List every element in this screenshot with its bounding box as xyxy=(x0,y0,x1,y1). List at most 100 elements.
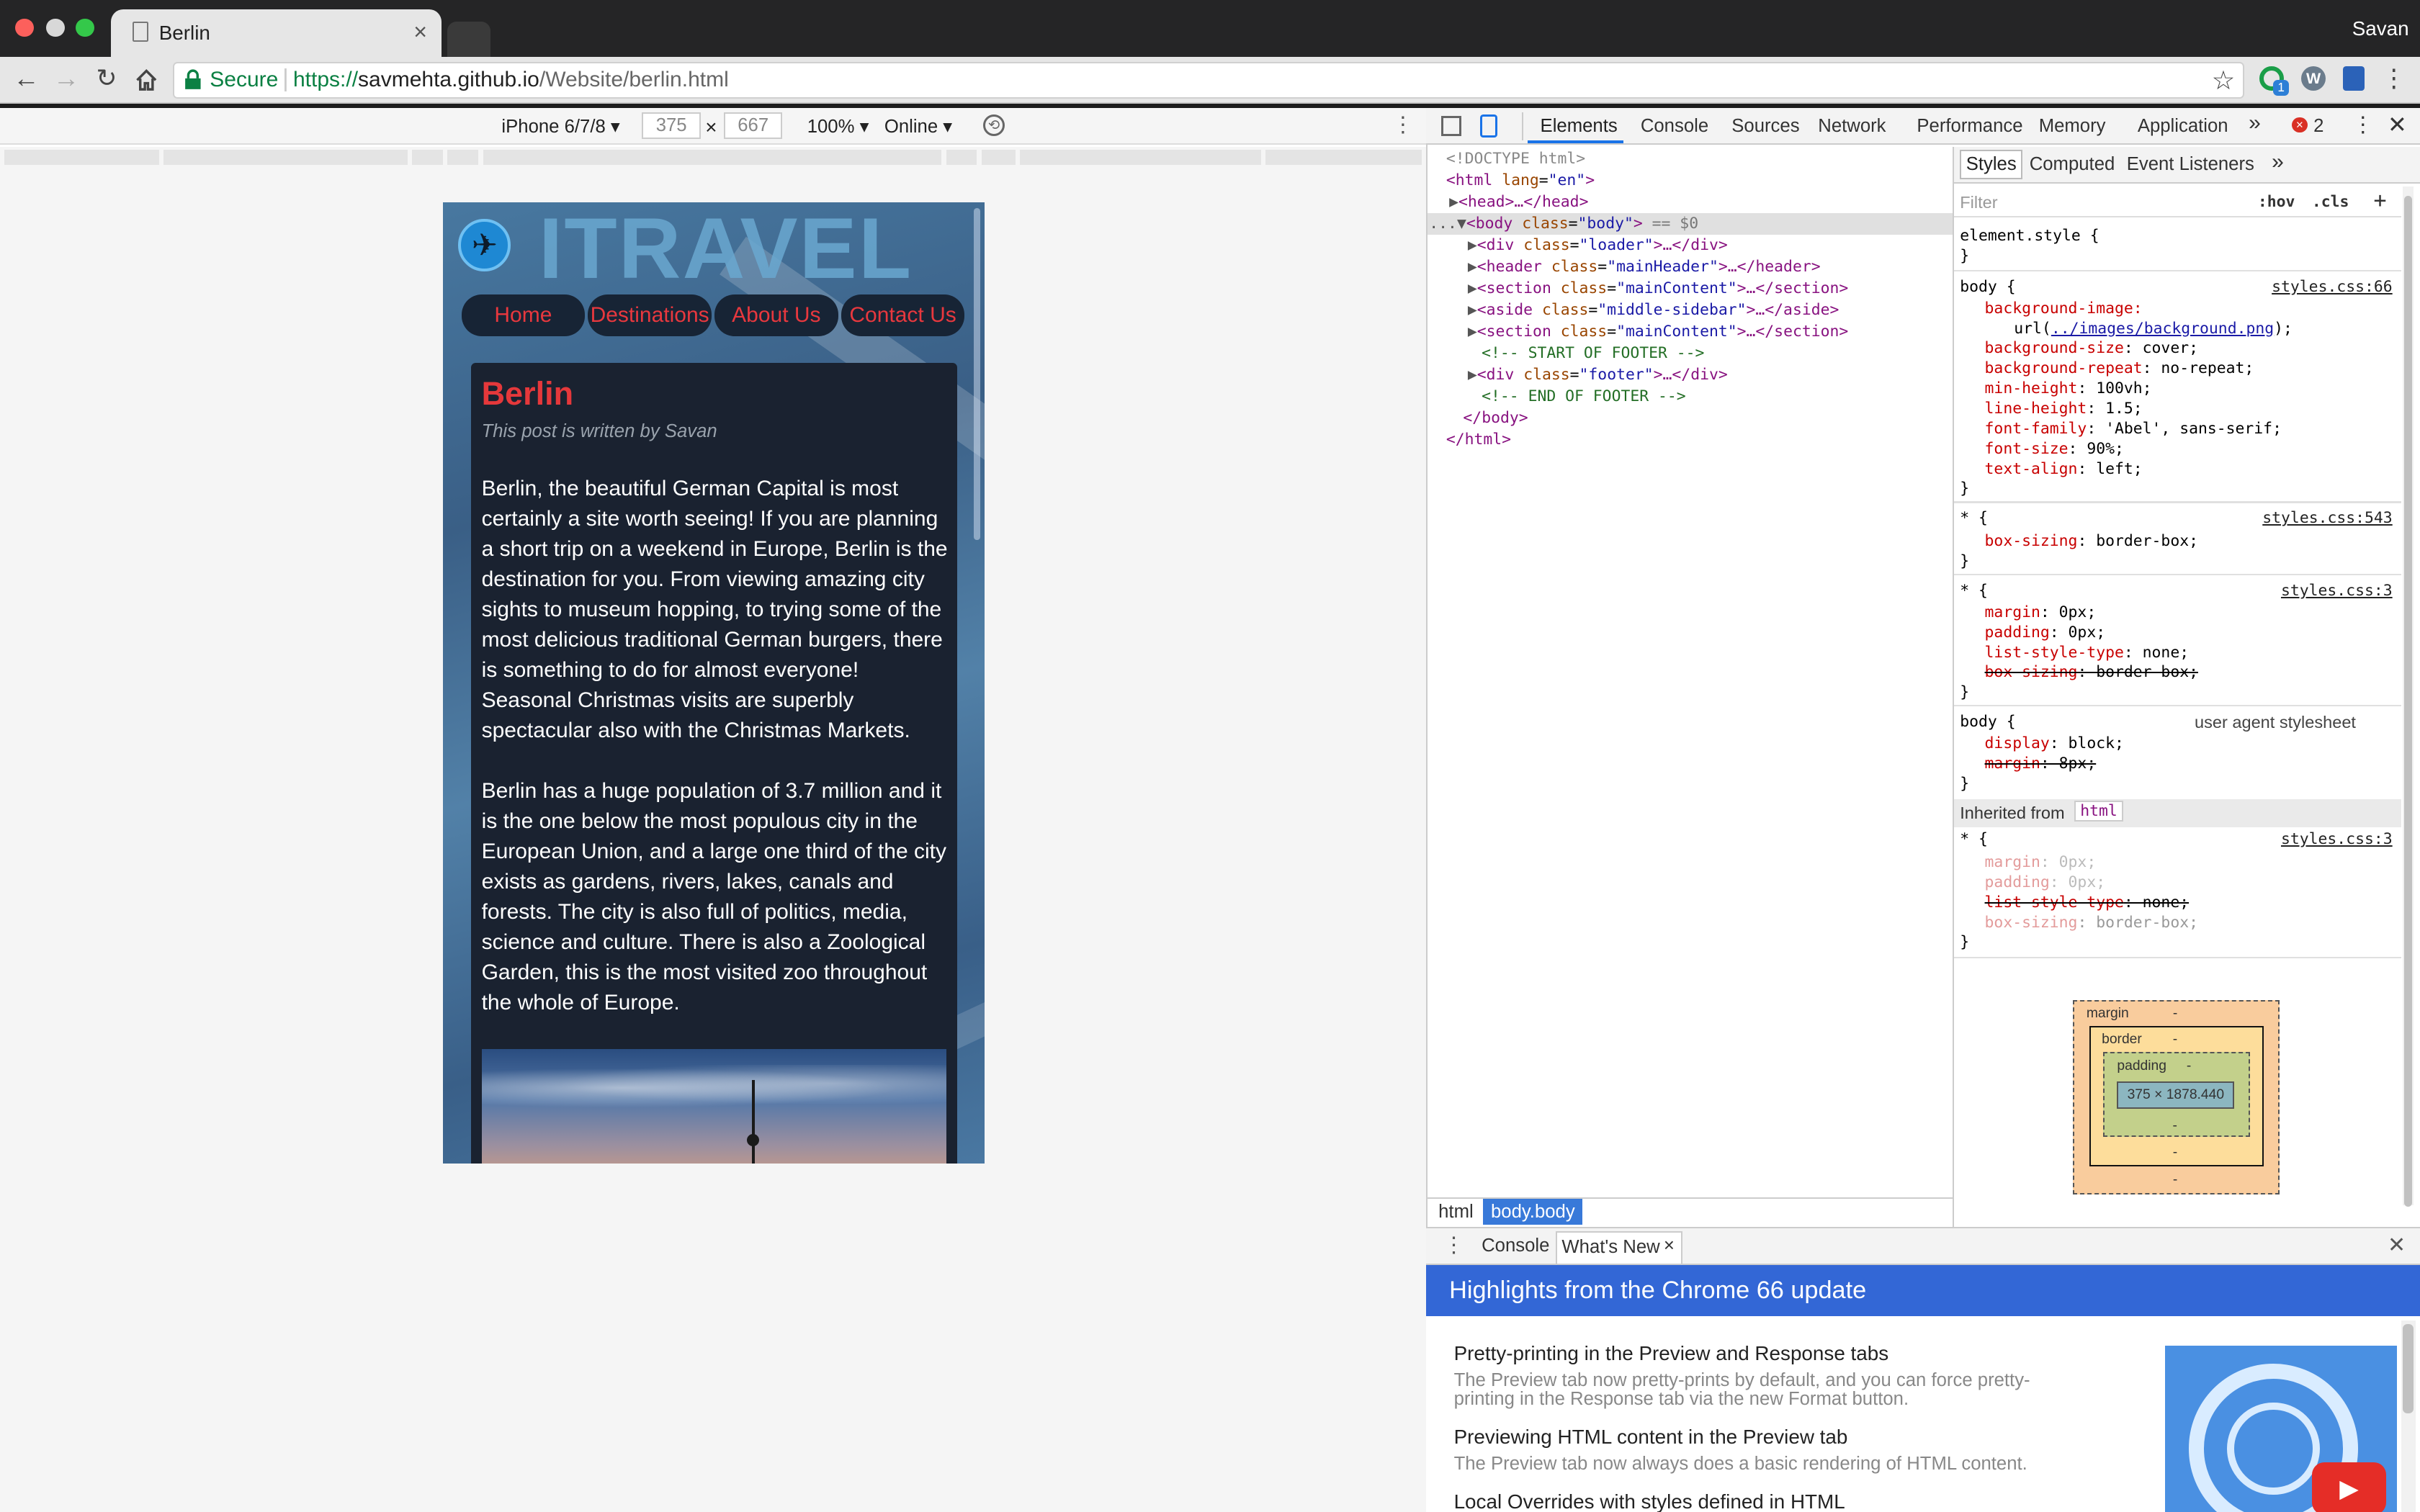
rule-star-selector[interactable]: * { xyxy=(1960,509,1988,527)
dom-html-close[interactable]: </html> xyxy=(1446,429,1511,451)
rule-star-selector[interactable]: * { xyxy=(1960,830,1988,848)
prop-background-url[interactable]: url(../images/background.png); xyxy=(2014,320,2293,338)
box-model-padding[interactable]: padding - - 375 × 1878.440 xyxy=(2103,1052,2250,1137)
error-count[interactable]: 2 xyxy=(2313,116,2323,137)
tab-computed[interactable]: Computed xyxy=(2030,154,2115,175)
dom-child-section[interactable]: ▶<section class="mainContent">…</section… xyxy=(1468,278,1848,300)
prop-text-align[interactable]: text-align: left; xyxy=(1985,460,2143,478)
prop-font-size[interactable]: font-size: 90%; xyxy=(1985,440,2124,458)
drawer-scrollbar[interactable] xyxy=(2401,1320,2416,1512)
inspect-element-icon[interactable] xyxy=(1441,115,1462,136)
browser-tab[interactable]: Berlin × xyxy=(111,9,442,58)
device-more-icon[interactable]: ⋮ xyxy=(1392,112,1414,138)
media-query-ruler[interactable] xyxy=(0,146,1426,171)
url-text[interactable]: https://savmehta.github.io/Website/berli… xyxy=(293,68,729,92)
viewport-height-input[interactable]: 667 xyxy=(723,112,783,139)
dom-head-node[interactable]: ▶<head>…</head> xyxy=(1449,192,1588,213)
prop-padding[interactable]: padding: 0px; xyxy=(1985,624,2106,642)
rule-ua-selector[interactable]: body { xyxy=(1960,713,2015,731)
minimize-window-button[interactable] xyxy=(46,18,65,37)
dom-child-section[interactable]: ▶<section class="mainContent">…</section… xyxy=(1468,321,1848,343)
profile-name[interactable]: Savan xyxy=(2352,17,2409,40)
drawer-close-icon[interactable]: ✕ xyxy=(2388,1233,2406,1258)
drawer-tab-close-icon[interactable]: × xyxy=(1664,1236,1675,1256)
zoom-select[interactable]: 100% ▾ xyxy=(807,116,869,138)
whats-new-item-title[interactable]: Previewing HTML content in the Preview t… xyxy=(1454,1426,1848,1449)
tab-elements[interactable]: Elements xyxy=(1541,116,1618,137)
dom-html-node[interactable]: <html lang="en"> xyxy=(1446,170,1595,192)
rule-star-selector[interactable]: * { xyxy=(1960,582,1988,600)
chrome-menu-icon[interactable]: ⋮ xyxy=(2381,65,2406,93)
inherited-html-link[interactable]: html xyxy=(2074,801,2124,822)
prop-box-sizing-inherited[interactable]: box-sizing: border-box; xyxy=(1985,914,2198,932)
nav-home[interactable]: Home xyxy=(461,294,586,337)
tab-application[interactable]: Application xyxy=(2138,116,2228,137)
styles-filter-input[interactable]: Filter xyxy=(1960,193,1997,212)
cls-toggle[interactable]: .cls xyxy=(2312,193,2349,211)
dom-body-node[interactable]: ...▼<body class="body"> == $0 xyxy=(1429,213,1698,235)
drawer-menu-icon[interactable]: ⋮ xyxy=(1443,1233,1465,1258)
prop-background-repeat[interactable]: background-repeat: no-repeat; xyxy=(1985,359,2254,377)
whats-new-item-title[interactable]: Local Overrides with styles defined in H… xyxy=(1454,1490,1845,1512)
rule-star-source[interactable]: styles.css:3 xyxy=(2281,830,2393,848)
dom-child-header[interactable]: ▶<header class="mainHeader">…</header> xyxy=(1468,256,1821,278)
prop-min-height[interactable]: min-height: 100vh; xyxy=(1985,379,2152,397)
play-icon[interactable]: ▶ xyxy=(2311,1462,2386,1512)
elements-tree[interactable]: <!DOCTYPE html> <html lang="en"> ▶<head>… xyxy=(1428,147,1953,1196)
rule-body-source[interactable]: styles.css:66 xyxy=(2272,278,2393,296)
prop-background-size[interactable]: background-size: cover; xyxy=(1985,339,2198,357)
whats-new-item-title[interactable]: Pretty-printing in the Preview and Respo… xyxy=(1454,1342,1889,1365)
devtools-menu-icon[interactable]: ⋮ xyxy=(2352,112,2374,138)
nav-destinations[interactable]: Destinations xyxy=(588,294,712,337)
bookmark-star-icon[interactable]: ☆ xyxy=(2212,65,2236,96)
address-bar[interactable]: Secure | https://savmehta.github.io/Webs… xyxy=(173,61,2244,99)
devtools-close-icon[interactable]: ✕ xyxy=(2388,111,2407,138)
rule-star-source[interactable]: styles.css:3 xyxy=(2281,582,2393,600)
prop-display[interactable]: display: block; xyxy=(1985,734,2124,752)
dom-child-aside[interactable]: ▶<aside class="middle-sidebar">…</aside> xyxy=(1468,300,1839,321)
extension-book-icon[interactable] xyxy=(2342,66,2365,91)
error-icon[interactable]: × xyxy=(2292,117,2308,133)
more-tabs-icon[interactable]: » xyxy=(2249,111,2261,135)
dom-child-footer[interactable]: ▶<div class="footer">…</div> xyxy=(1468,364,1728,386)
tab-performance[interactable]: Performance xyxy=(1917,116,2022,137)
box-model-content[interactable]: 375 × 1878.440 xyxy=(2117,1081,2235,1110)
drawer-tab-console[interactable]: Console xyxy=(1482,1236,1549,1256)
prop-padding-inherited[interactable]: padding: 0px; xyxy=(1985,873,2106,891)
drawer-tab-whats-new[interactable]: What's New × xyxy=(1555,1230,1682,1264)
dom-doctype[interactable]: <!DOCTYPE html> xyxy=(1446,148,1585,170)
site-logo-text[interactable]: ITRAVEL xyxy=(539,202,913,299)
device-mode-icon[interactable] xyxy=(1479,114,1497,138)
dom-comment-start[interactable]: <!-- START OF FOOTER --> xyxy=(1482,343,1704,364)
rule-body-selector[interactable]: body { xyxy=(1960,278,2015,296)
device-select[interactable]: iPhone 6/7/8 ▾ xyxy=(501,116,619,138)
video-thumbnail[interactable]: ▶ xyxy=(2165,1345,2397,1512)
prop-margin-overridden[interactable]: margin: 8px; xyxy=(1985,755,2097,773)
prop-box-sizing[interactable]: box-sizing: border-box; xyxy=(1985,532,2198,550)
element-style-rule[interactable]: element.style { xyxy=(1960,227,2099,245)
back-arrow-icon[interactable]: ← xyxy=(12,63,40,93)
breadcrumb-body[interactable]: body.body xyxy=(1483,1198,1583,1225)
tab-memory[interactable]: Memory xyxy=(2039,116,2106,137)
tab-styles[interactable]: Styles xyxy=(1960,149,2023,180)
rotate-icon[interactable]: ⟲ xyxy=(983,114,1005,136)
nav-about-us[interactable]: About Us xyxy=(714,294,838,337)
maximize-window-button[interactable] xyxy=(76,18,94,37)
new-tab-button[interactable] xyxy=(447,22,491,58)
breadcrumb-html[interactable]: html xyxy=(1438,1202,1474,1223)
prop-list-style-inherited[interactable]: list-style-type: none; xyxy=(1985,894,2190,912)
forward-arrow-icon[interactable]: → xyxy=(53,63,81,93)
prop-list-style-type[interactable]: list-style-type: none; xyxy=(1985,644,2190,662)
styles-scrollbar[interactable] xyxy=(2403,186,2414,1207)
tab-console[interactable]: Console xyxy=(1641,116,1708,137)
tab-network[interactable]: Network xyxy=(1818,116,1886,137)
prop-background-image[interactable]: background-image: xyxy=(1985,300,2143,318)
page-scrollbar[interactable] xyxy=(974,208,980,540)
dom-comment-end[interactable]: <!-- END OF FOOTER --> xyxy=(1482,386,1686,408)
prop-font-family[interactable]: font-family: 'Abel', sans-serif; xyxy=(1985,420,2282,438)
add-rule-icon[interactable]: + xyxy=(2374,188,2387,213)
home-icon[interactable] xyxy=(133,66,161,94)
prop-margin[interactable]: margin: 0px; xyxy=(1985,603,2097,621)
tab-close-button[interactable]: × xyxy=(413,19,427,45)
box-model-border[interactable]: border - - padding - - 375 × 1878.440 xyxy=(2089,1025,2264,1166)
